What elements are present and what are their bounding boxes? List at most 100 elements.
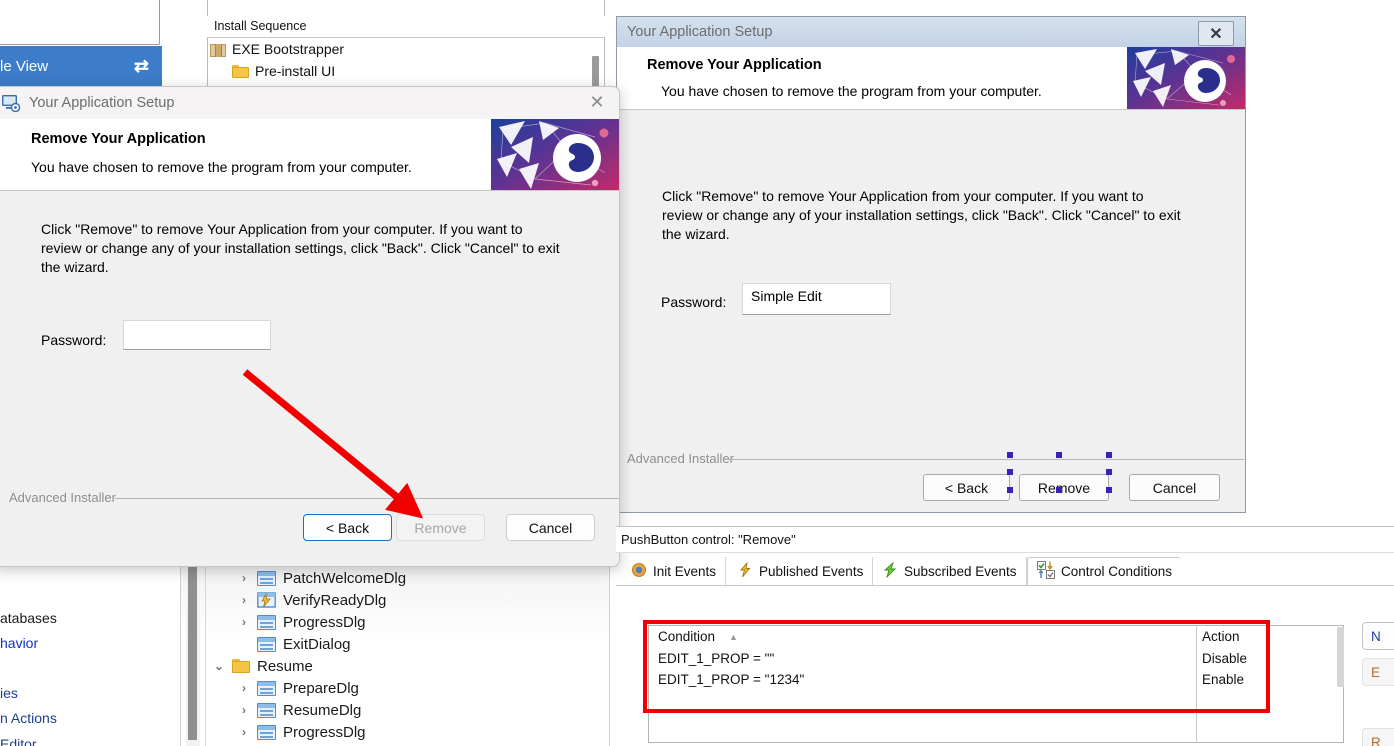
chevron-right-icon[interactable]: › xyxy=(238,593,250,607)
conditions-row-1-action[interactable]: Enable xyxy=(1202,672,1244,687)
tree-item-label: PatchWelcomeDlg xyxy=(283,569,407,587)
selection-handle-bottom-left[interactable] xyxy=(1007,487,1013,493)
folder-icon xyxy=(232,64,249,78)
tree-item-label: ResumeDlg xyxy=(283,701,362,719)
selection-handle-top-center[interactable] xyxy=(1056,452,1062,458)
tree-item-preparedlg[interactable]: › PrepareDlg xyxy=(238,677,359,699)
tab-label: Subscribed Events xyxy=(904,563,1017,579)
nav-item-databases[interactable]: atabases xyxy=(0,610,57,626)
preview-cancel-button[interactable]: Cancel xyxy=(506,514,595,541)
nav-item-custom-actions[interactable]: n Actions xyxy=(0,710,57,726)
designer-dialog-brand: Advanced Installer xyxy=(627,451,734,466)
designer-password-field[interactable]: Simple Edit xyxy=(742,283,891,315)
sort-ascending-icon[interactable]: ▲ xyxy=(729,632,738,642)
preview-password-input[interactable] xyxy=(123,320,271,350)
tree-item-label: ExitDialog xyxy=(283,635,351,653)
tab-control-conditions[interactable]: Control Conditions xyxy=(1027,557,1182,585)
tree-item-progressdlg-2[interactable]: › ProgressDlg xyxy=(238,721,366,743)
tree-item-verifyreadydlg[interactable]: › VerifyReadyDlg xyxy=(238,589,386,611)
tab-label: Init Events xyxy=(653,563,717,579)
swap-arrows-icon[interactable]: ⇄ xyxy=(134,56,149,77)
conditions-column-header-condition[interactable]: Condition xyxy=(658,629,715,644)
bolt-dialog-icon-svg xyxy=(257,592,276,608)
designer-dialog-titlebar: Your Application Setup xyxy=(617,17,1245,47)
sequence-scrollbar-thumb[interactable] xyxy=(592,56,599,90)
yellow-bolt-icon xyxy=(737,560,753,581)
selection-handle-top-left[interactable] xyxy=(1007,452,1013,458)
grid-remove-button[interactable]: R xyxy=(1362,728,1394,746)
selection-handle-top-right[interactable] xyxy=(1106,452,1112,458)
selection-handle-bottom-center[interactable] xyxy=(1056,487,1062,493)
chevron-right-icon[interactable]: › xyxy=(238,681,250,695)
bolt-dialog-icon xyxy=(257,592,276,608)
designer-cancel-button[interactable]: Cancel xyxy=(1129,474,1220,501)
preview-dialog-titlebar: Your Application Setup xyxy=(0,87,619,119)
close-icon[interactable]: ✕ xyxy=(1198,21,1234,46)
tree-scrollbar-thumb[interactable] xyxy=(188,562,197,740)
preview-dialog-body: Click "Remove" to remove Your Applicatio… xyxy=(0,192,619,566)
conditions-row-0-condition[interactable]: EDIT_1_PROP = "" xyxy=(658,651,774,666)
preview-footer-divider xyxy=(115,498,619,499)
designer-back-button[interactable]: < Back xyxy=(923,474,1010,501)
dialog-icon xyxy=(257,680,276,696)
grid-edit-button[interactable]: E xyxy=(1362,658,1394,686)
dialog-icon xyxy=(257,724,276,740)
sequence-row-pre-install-ui[interactable]: Pre-install UI xyxy=(232,63,335,79)
tree-item-label: ProgressDlg xyxy=(283,723,366,741)
selection-handle-bottom-right[interactable] xyxy=(1106,487,1112,493)
grid-new-button[interactable]: N xyxy=(1362,622,1394,650)
designer-dialog-body: Click "Remove" to remove Your Applicatio… xyxy=(617,111,1245,512)
banner-artwork-icon xyxy=(491,119,619,190)
tab-label: Published Events xyxy=(759,563,864,579)
sequence-row-exe-bootstrapper[interactable]: EXE Bootstrapper xyxy=(210,41,344,57)
chevron-right-icon[interactable]: › xyxy=(238,703,250,717)
tree-item-resume-folder[interactable]: ⌄ Resume xyxy=(213,655,313,677)
tree-item-patchwelcomedlg[interactable]: › PatchWelcomeDlg xyxy=(238,567,406,589)
preview-dialog-brand: Advanced Installer xyxy=(9,490,116,505)
designer-remove-button[interactable]: Remove xyxy=(1019,474,1109,501)
tree-item-label: Resume xyxy=(257,657,313,675)
tab-init-events[interactable]: Init Events xyxy=(622,557,727,585)
nav-item-editor[interactable]: Editor xyxy=(0,736,37,746)
chevron-right-icon[interactable]: › xyxy=(238,615,250,629)
designer-dialog-heading: Remove Your Application xyxy=(647,57,822,73)
banner-artwork-svg xyxy=(491,119,619,190)
tab-published-events[interactable]: Published Events xyxy=(728,557,874,585)
tab-subscribed-events[interactable]: Subscribed Events xyxy=(873,557,1027,585)
chevron-right-icon[interactable]: › xyxy=(238,571,250,585)
selection-handle-middle-left[interactable] xyxy=(1007,469,1013,475)
nav-item-properties[interactable]: ies xyxy=(0,685,18,701)
gear-burst-icon xyxy=(631,562,647,581)
setup-app-icon-svg xyxy=(2,95,21,112)
screen-root: le View ⇄ Dialogs Install Sequence EXE B… xyxy=(0,0,1394,746)
designer-dialog-subheading: You have chosen to remove the program fr… xyxy=(661,83,1042,99)
ide-view-banner[interactable]: le View ⇄ xyxy=(0,46,162,86)
control-status-strip: PushButton control: "Remove" xyxy=(616,526,1394,553)
conditions-column-header-action[interactable]: Action xyxy=(1202,629,1240,644)
banner-artwork-icon xyxy=(1127,47,1245,109)
close-icon[interactable]: ✕ xyxy=(587,92,607,112)
conditions-row-0-action[interactable]: Disable xyxy=(1202,651,1247,666)
tree-item-exitdialog[interactable]: › ExitDialog xyxy=(238,633,351,655)
events-tabstrip: Init Events Published Events Subscribed … xyxy=(616,557,1394,585)
sequence-row-label: Pre-install UI xyxy=(255,63,336,79)
designer-dialog-body-text: Click "Remove" to remove Your Applicatio… xyxy=(662,188,1181,242)
tree-item-progressdlg-1[interactable]: › ProgressDlg xyxy=(238,611,366,633)
designer-password-label: Password: xyxy=(661,294,727,310)
designer-dialog: Your Application Setup ✕ Remove Your App… xyxy=(616,16,1246,513)
banner-artwork-svg xyxy=(1127,47,1245,109)
conditions-grid-scrollbar-thumb[interactable] xyxy=(1337,627,1344,687)
chevron-down-icon[interactable]: ⌄ xyxy=(213,659,225,673)
chevron-right-icon[interactable]: › xyxy=(238,725,250,739)
ide-view-banner-label: le View xyxy=(0,57,49,75)
green-bolt-icon xyxy=(882,561,898,581)
ide-left-panel xyxy=(0,0,160,45)
tree-item-resumedlg[interactable]: › ResumeDlg xyxy=(238,699,361,721)
tab-label: Control Conditions xyxy=(1061,564,1173,579)
preview-back-button[interactable]: < Back xyxy=(303,514,392,541)
selection-handle-middle-right[interactable] xyxy=(1106,469,1112,475)
preview-remove-button: Remove xyxy=(396,514,485,541)
conditions-row-1-condition[interactable]: EDIT_1_PROP = "1234" xyxy=(658,672,804,687)
folder-icon xyxy=(232,659,250,673)
nav-item-behavior[interactable]: havior xyxy=(0,635,38,651)
